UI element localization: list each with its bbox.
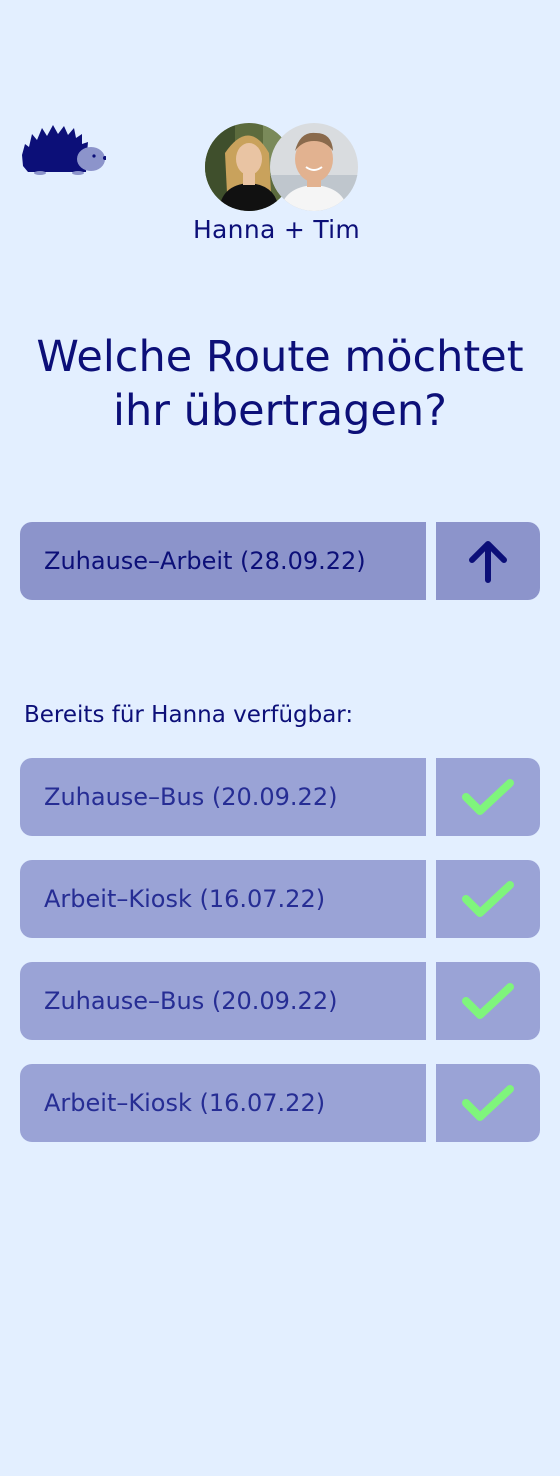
check-icon	[462, 1085, 514, 1121]
page-title: Welche Route möchtet ihr übertragen?	[36, 332, 524, 436]
available-route-label[interactable]: Zuhause–Bus (20.09.22)	[20, 758, 426, 836]
available-route-row: Zuhause–Bus (20.09.22)	[20, 758, 540, 836]
avatar-tim	[270, 123, 358, 211]
check-icon	[462, 881, 514, 917]
available-route-row: Arbeit–Kiosk (16.07.22)	[20, 1064, 540, 1142]
available-route-label[interactable]: Zuhause–Bus (20.09.22)	[20, 962, 426, 1040]
available-route-row: Zuhause–Bus (20.09.22)	[20, 962, 540, 1040]
current-route-label[interactable]: Zuhause–Arbeit (28.09.22)	[20, 522, 426, 600]
available-route-status[interactable]	[436, 962, 540, 1040]
available-heading: Bereits für Hanna verfügbar:	[24, 702, 354, 728]
available-route-status[interactable]	[436, 758, 540, 836]
current-route-row: Zuhause–Arbeit (28.09.22)	[20, 522, 540, 600]
available-route-label[interactable]: Arbeit–Kiosk (16.07.22)	[20, 1064, 426, 1142]
hedgehog-icon	[22, 125, 106, 175]
available-route-label[interactable]: Arbeit–Kiosk (16.07.22)	[20, 860, 426, 938]
available-route-row: Arbeit–Kiosk (16.07.22)	[20, 860, 540, 938]
available-route-status[interactable]	[436, 1064, 540, 1142]
available-route-status[interactable]	[436, 860, 540, 938]
check-icon	[462, 983, 514, 1019]
upload-button[interactable]	[436, 522, 540, 600]
users-label: Hanna + Tim	[192, 215, 361, 244]
user-avatars	[205, 123, 359, 213]
check-icon	[462, 779, 514, 815]
arrow-up-icon	[469, 541, 507, 583]
